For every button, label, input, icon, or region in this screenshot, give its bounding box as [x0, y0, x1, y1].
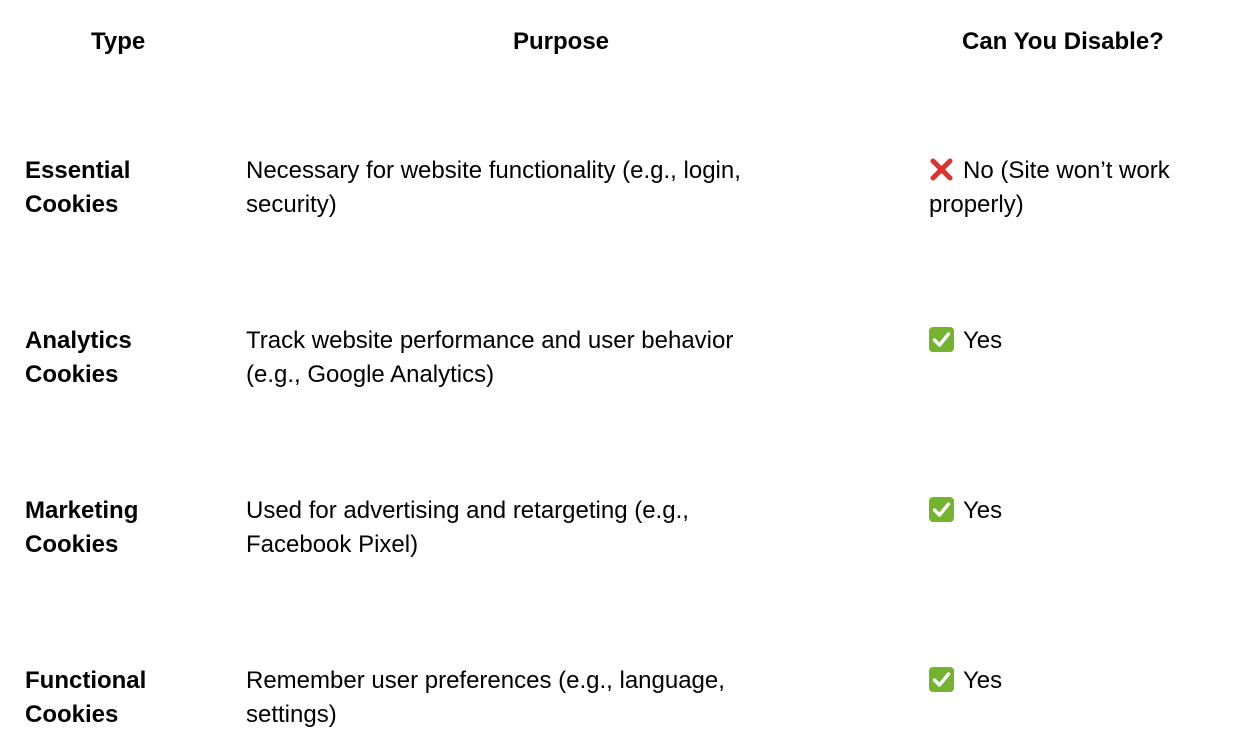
- table-row-functional: Functional Cookies Remember user prefere…: [0, 664, 1233, 754]
- cookie-type: Marketing Cookies: [25, 494, 225, 562]
- cookie-disable-answer: Yes: [963, 667, 1003, 694]
- cookie-disable-line: No (Site won’t work: [929, 154, 1229, 188]
- cookie-purpose-line: Facebook Pixel): [246, 531, 419, 558]
- cookie-purpose-line: settings): [246, 701, 337, 728]
- cookie-type-line: Cookies: [25, 361, 119, 388]
- cookie-purpose: Necessary for website functionality (e.g…: [246, 154, 886, 222]
- cookie-purpose-line: (e.g., Google Analytics): [246, 361, 495, 388]
- cookie-type-line: Analytics: [25, 327, 132, 354]
- cross-mark-icon: [929, 157, 954, 182]
- cookie-purpose-line: Necessary for website functionality (e.g…: [246, 157, 741, 184]
- cookie-disable-line: Yes: [929, 324, 1229, 358]
- header-type: Type: [91, 28, 146, 55]
- cookie-type-line: Marketing: [25, 497, 139, 524]
- cookie-type-line: Cookies: [25, 531, 119, 558]
- check-mark-icon: [929, 497, 954, 522]
- cookie-type: Essential Cookies: [25, 154, 225, 222]
- cookie-type: Functional Cookies: [25, 664, 225, 732]
- cookie-purpose-line: Used for advertising and retargeting (e.…: [246, 497, 689, 524]
- cookie-disable: Yes: [929, 664, 1229, 698]
- cookie-type-line: Essential: [25, 157, 131, 184]
- table-row-analytics: Analytics Cookies Track website performa…: [0, 324, 1233, 414]
- cookie-type: Analytics Cookies: [25, 324, 225, 392]
- table-row-essential: Essential Cookies Necessary for website …: [0, 154, 1233, 244]
- check-mark-icon: [929, 327, 954, 352]
- cookie-purpose: Used for advertising and retargeting (e.…: [246, 494, 886, 562]
- cookie-disable: Yes: [929, 494, 1229, 528]
- cookie-disable-answer: Yes: [963, 497, 1003, 524]
- cookie-disable: Yes: [929, 324, 1229, 358]
- cookie-type-line: Cookies: [25, 701, 119, 728]
- cookie-disable: No (Site won’t work properly): [929, 154, 1229, 222]
- header-purpose: Purpose: [513, 28, 610, 55]
- cookie-disable-line: properly): [929, 191, 1024, 218]
- cookie-purpose-line: Remember user preferences (e.g., languag…: [246, 667, 725, 694]
- cookie-disable-answer: No (Site won’t work: [963, 157, 1170, 184]
- cookie-disable-answer: Yes: [963, 327, 1003, 354]
- cookie-disable-line: Yes: [929, 664, 1229, 698]
- cookie-type-line: Functional: [25, 667, 147, 694]
- table-row-marketing: Marketing Cookies Used for advertising a…: [0, 494, 1233, 584]
- check-mark-icon: [929, 667, 954, 692]
- cookie-disable-line: Yes: [929, 494, 1229, 528]
- header-can-disable: Can You Disable?: [962, 28, 1164, 55]
- cookie-types-table: Type Purpose Can You Disable? Essential …: [0, 0, 1233, 744]
- cookie-purpose: Track website performance and user behav…: [246, 324, 886, 392]
- cookie-purpose: Remember user preferences (e.g., languag…: [246, 664, 886, 732]
- cookie-purpose-line: security): [246, 191, 337, 218]
- cookie-type-line: Cookies: [25, 191, 119, 218]
- cookie-purpose-line: Track website performance and user behav…: [246, 327, 734, 354]
